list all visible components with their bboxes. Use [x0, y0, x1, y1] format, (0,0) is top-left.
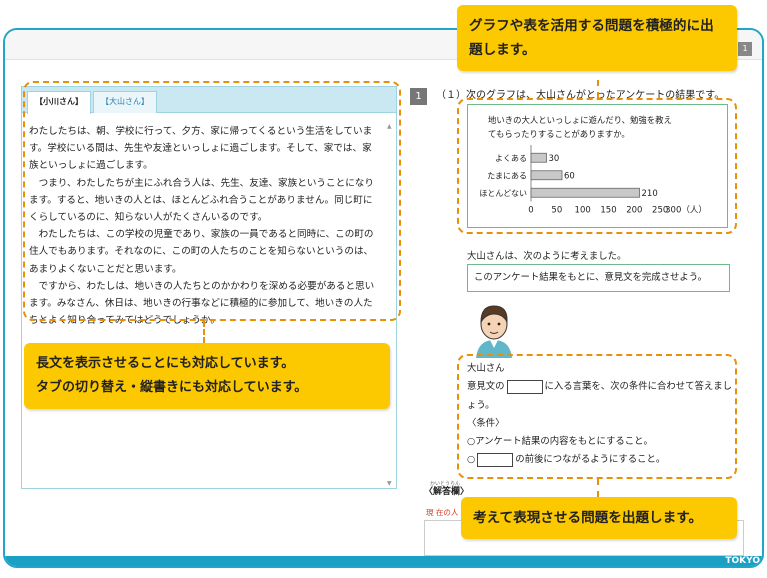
chart-highlight: [457, 98, 737, 234]
answer-subtext: 現 在の人: [426, 508, 459, 517]
question-lead: 大山さんは、次のように考えました。: [467, 251, 627, 262]
answer-label: 〈解答欄〉: [424, 487, 470, 497]
scroll-down-icon[interactable]: ▼: [387, 480, 392, 487]
connector-line: [597, 80, 599, 98]
bottom-bar: TOKYO: [5, 556, 762, 566]
reading-highlight: [23, 81, 401, 321]
brand-label: TOKYO: [725, 556, 760, 566]
callout-left: 長文を表示させることにも対応しています。 タブの切り替え・縦書きにも対応していま…: [24, 343, 390, 409]
connector-line: [597, 479, 599, 497]
prompt-box: このアンケート結果をもとに、意見文を完成させよう。: [467, 264, 730, 292]
connector-line: [203, 321, 205, 343]
question-number: 1: [410, 88, 427, 105]
callout-bottom: 考えて表現させる問題を出題します。: [461, 497, 737, 539]
opinion-highlight: [457, 354, 737, 479]
student-avatar-icon: [476, 305, 512, 358]
page-number[interactable]: 1: [738, 42, 752, 56]
callout-top: グラフや表を活用する問題を積極的に出題します。: [457, 5, 737, 71]
